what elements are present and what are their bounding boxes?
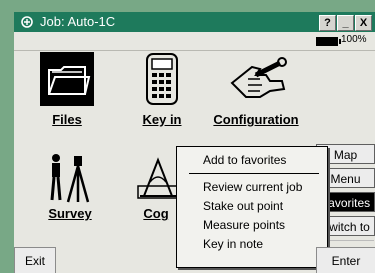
enter-button[interactable]: Enter: [316, 247, 375, 273]
menu-item-stake-out-point[interactable]: Stake out point: [203, 199, 283, 213]
app-label-key-in[interactable]: Key in: [127, 112, 197, 127]
wrench-hand-icon[interactable]: [226, 57, 290, 105]
menu-item-review-current-job[interactable]: Review current job: [203, 180, 302, 194]
battery-icon: [316, 37, 341, 46]
exit-button[interactable]: Exit: [14, 247, 56, 273]
minimize-button[interactable]: _: [337, 15, 354, 31]
title-bar: Job: Auto-1C ? _ X: [14, 12, 375, 32]
app-label-survey[interactable]: Survey: [39, 206, 101, 221]
menu-item-add-to-favorites[interactable]: Add to favorites: [203, 153, 286, 167]
battery-level: 100%: [341, 34, 367, 45]
screen: Job: Auto-1C ? _ X 100% Files Key in Con…: [14, 12, 375, 273]
favorites-context-menu: Add to favorites Review current job Stak…: [176, 146, 328, 268]
folder-icon[interactable]: [40, 52, 94, 106]
help-button[interactable]: ?: [319, 15, 336, 31]
close-button[interactable]: X: [355, 15, 372, 31]
app-label-configuration[interactable]: Configuration: [204, 112, 308, 127]
keypad-icon[interactable]: [142, 52, 182, 108]
app-label-files[interactable]: Files: [37, 112, 97, 127]
window-title: Job: Auto-1C: [40, 14, 116, 29]
app-icon: [21, 16, 33, 28]
menu-separator: [189, 173, 319, 174]
app-label-cogo[interactable]: Cog: [136, 206, 176, 221]
tripod-icon[interactable]: [48, 152, 92, 204]
menu-item-measure-points[interactable]: Measure points: [203, 218, 285, 232]
device-frame: Job: Auto-1C ? _ X 100% Files Key in Con…: [0, 0, 375, 273]
menu-item-key-in-note[interactable]: Key in note: [203, 237, 263, 251]
status-bar: 100%: [14, 32, 375, 51]
